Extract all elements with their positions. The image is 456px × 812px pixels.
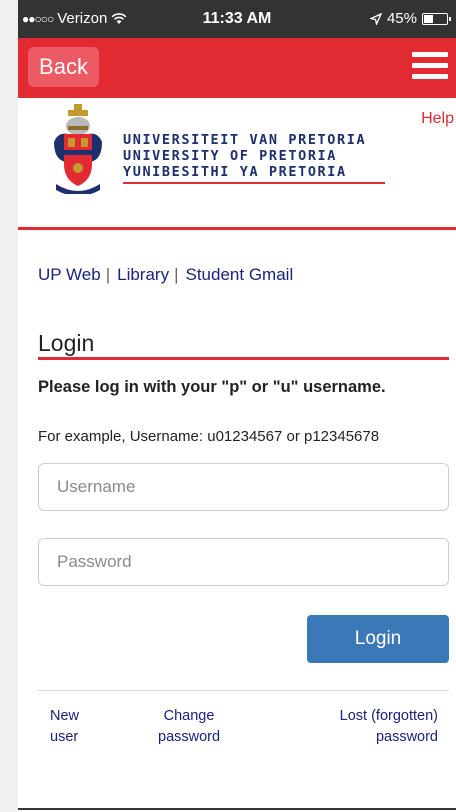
login-instruction: Please log in with your "p" or "u" usern… bbox=[38, 378, 386, 396]
name-sepedi: YUNIBESITHI YA PRETORIA bbox=[123, 164, 347, 180]
battery-icon bbox=[422, 12, 451, 25]
name-english: UNIVERSITY OF PRETORIA bbox=[123, 148, 338, 164]
login-heading: Login bbox=[38, 330, 95, 356]
login-button[interactable]: Login bbox=[307, 615, 449, 663]
back-button[interactable]: Back bbox=[28, 47, 99, 87]
header-divider bbox=[18, 227, 456, 230]
status-bar: ●●○○○ Verizon 11:33 AM 45% bbox=[18, 0, 456, 38]
change-password-link[interactable]: Change password bbox=[158, 706, 220, 748]
name-afrikaans: UNIVERSITEIT VAN PRETORIA bbox=[123, 132, 367, 148]
battery-fill bbox=[424, 14, 434, 23]
quick-links: UP Web | Library | Student Gmail bbox=[38, 265, 293, 285]
university-names: UNIVERSITEIT VAN PRETORIA UNIVERSITY OF … bbox=[123, 132, 366, 180]
username-example: For example, Username: u01234567 or p123… bbox=[38, 428, 380, 445]
name-underline bbox=[123, 182, 385, 184]
help-link[interactable]: Help bbox=[421, 110, 454, 128]
username-input[interactable] bbox=[38, 463, 449, 511]
link-separator: | bbox=[105, 265, 111, 284]
footer-divider bbox=[38, 690, 449, 691]
battery-percent: 45% bbox=[386, 10, 417, 27]
hamburger-menu-icon[interactable] bbox=[412, 52, 448, 82]
student-gmail-link[interactable]: Student Gmail bbox=[186, 265, 294, 285]
login-heading-rule bbox=[38, 357, 449, 360]
password-input[interactable] bbox=[38, 538, 449, 586]
link-separator: | bbox=[174, 265, 179, 284]
up-web-link[interactable]: UP Web bbox=[38, 265, 101, 285]
university-crest-icon bbox=[54, 104, 102, 194]
new-user-link[interactable]: New user bbox=[50, 706, 79, 748]
app-header: Back bbox=[18, 38, 456, 98]
lost-password-link[interactable]: Lost (forgotten) password bbox=[340, 706, 438, 748]
bottom-edge bbox=[18, 808, 456, 810]
university-branding: UNIVERSITEIT VAN PRETORIA UNIVERSITY OF … bbox=[18, 98, 456, 230]
location-arrow-icon bbox=[369, 12, 382, 25]
battery-group: 45% bbox=[369, 10, 451, 27]
app-screen: ●●○○○ Verizon 11:33 AM 45% Back UNIVERSI… bbox=[18, 0, 456, 812]
library-link[interactable]: Library bbox=[117, 265, 169, 285]
